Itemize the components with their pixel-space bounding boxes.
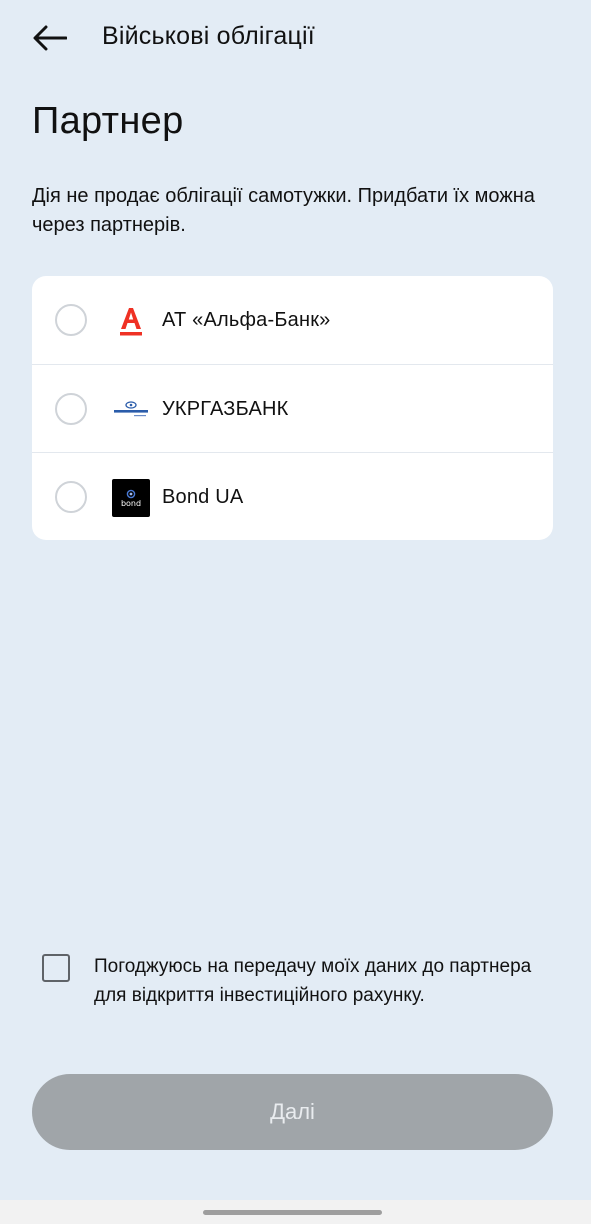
partners-list: АТ «Альфа-Банк» УКРГАЗБАНК bond Bond UA [32, 276, 553, 540]
partner-radio[interactable] [55, 304, 87, 336]
screen: Військові облігації Партнер Дія не прода… [0, 0, 591, 1224]
consent-text[interactable]: Погоджуюсь на передачу моїх даних до пар… [94, 952, 544, 1010]
system-nav-bar [0, 1200, 591, 1224]
ukrgasbank-logo-icon [112, 391, 150, 429]
home-indicator[interactable] [203, 1210, 382, 1215]
bond-ua-logo-icon: bond [112, 479, 150, 517]
partner-option-alfa-bank[interactable]: АТ «Альфа-Банк» [32, 276, 553, 364]
partner-radio[interactable] [55, 393, 87, 425]
partner-name: Bond UA [162, 486, 244, 508]
consent-checkbox[interactable] [42, 954, 70, 982]
header-title: Військові облігації [102, 22, 315, 50]
app-header: Військові облігації [0, 0, 591, 78]
page-title: Партнер [32, 100, 184, 142]
back-button[interactable] [28, 18, 72, 58]
partner-option-bond-ua[interactable]: bond Bond UA [32, 452, 553, 540]
partner-name: УКРГАЗБАНК [162, 398, 289, 420]
partner-radio[interactable] [55, 481, 87, 513]
arrow-left-icon [33, 25, 67, 51]
bond-logo-text: bond [120, 498, 142, 508]
page-description: Дія не продає облігації самотужки. Придб… [32, 185, 535, 236]
next-button[interactable]: Далі [32, 1074, 553, 1150]
alfa-bank-logo-icon [112, 302, 150, 340]
partner-option-ukrgasbank[interactable]: УКРГАЗБАНК [32, 364, 553, 452]
partner-name: АТ «Альфа-Банк» [162, 309, 331, 331]
